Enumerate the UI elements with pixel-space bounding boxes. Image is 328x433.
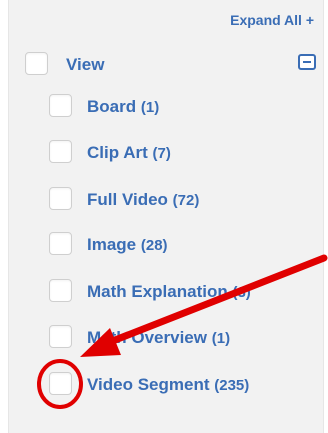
filter-item-label: Video Segment xyxy=(87,375,210,394)
filter-item-count: (72) xyxy=(172,192,200,209)
image-checkbox[interactable] xyxy=(49,232,72,255)
filter-item-math-overview[interactable]: Math Overview (1) xyxy=(87,328,230,348)
math-explanation-checkbox[interactable] xyxy=(49,279,72,302)
filter-item-label: Math Explanation xyxy=(87,282,228,301)
filter-item-label: Clip Art xyxy=(87,143,148,162)
filter-item-count: (1) xyxy=(211,330,231,347)
view-group-label[interactable]: View xyxy=(66,55,104,75)
expand-all-link[interactable]: Expand All + xyxy=(230,12,314,28)
filter-item-label: Math Overview xyxy=(87,328,207,347)
filter-item-clip-art[interactable]: Clip Art (7) xyxy=(87,143,171,163)
board-checkbox[interactable] xyxy=(49,94,72,117)
filter-item-board[interactable]: Board (1) xyxy=(87,97,159,117)
view-checkbox[interactable] xyxy=(25,52,48,75)
filter-item-count: (28) xyxy=(140,237,168,254)
filter-item-label: Board xyxy=(87,97,137,116)
video-segment-checkbox[interactable] xyxy=(49,372,72,395)
filter-item-count: (235) xyxy=(214,377,250,394)
collapse-icon[interactable] xyxy=(298,54,316,70)
filter-item-label: Full Video xyxy=(87,190,168,209)
filter-item-math-explanation[interactable]: Math Explanation (3) xyxy=(87,282,251,302)
filter-item-count: (3) xyxy=(232,284,251,301)
filter-item-label: Image xyxy=(87,235,137,254)
filter-panel: Expand All + View Board (1) Clip Art (7)… xyxy=(0,0,328,433)
filter-item-count: (7) xyxy=(152,145,171,162)
filter-item-image[interactable]: Image (28) xyxy=(87,235,168,255)
filter-list-container xyxy=(8,0,324,433)
filter-item-full-video[interactable]: Full Video (72) xyxy=(87,190,199,210)
filter-item-video-segment[interactable]: Video Segment (235) xyxy=(87,375,249,395)
filter-item-count: (1) xyxy=(140,99,160,116)
full-video-checkbox[interactable] xyxy=(49,187,72,210)
clip-art-checkbox[interactable] xyxy=(49,140,72,163)
math-overview-checkbox[interactable] xyxy=(49,325,72,348)
